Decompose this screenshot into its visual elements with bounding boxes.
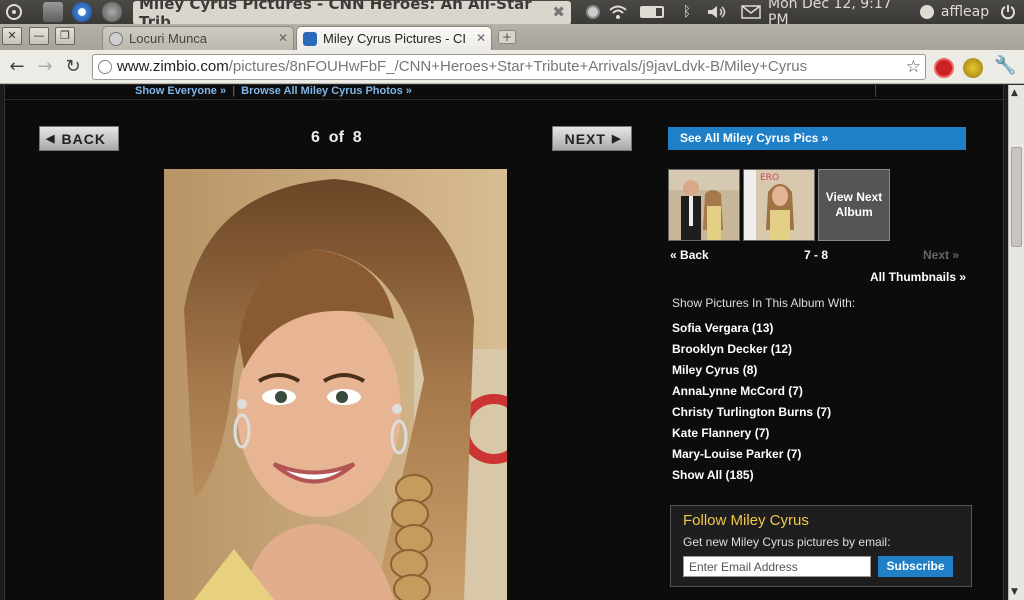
zimbio-favicon-icon — [303, 31, 317, 46]
adblock-extension-icon[interactable] — [934, 58, 954, 78]
left-triangle-icon: ◀ — [46, 133, 56, 145]
page-info-icon[interactable] — [98, 60, 112, 74]
subscribe-button[interactable]: Subscribe — [878, 556, 953, 577]
tab-strip: ✕ — ❐ Locuri Munca ✕ Miley Cyrus Picture… — [0, 24, 1024, 50]
email-input[interactable] — [683, 556, 871, 577]
person-link-sofia-vergara[interactable]: Sofia Vergara (13) — [672, 321, 831, 342]
sub-navigation: Show Everyone » | Browse All Miley Cyrus P… — [135, 85, 412, 97]
person-link-mary-louise-parker[interactable]: Mary-Louise Parker (7) — [672, 447, 831, 468]
clock[interactable]: Mon Dec 12, 9:17 PM — [768, 0, 912, 28]
bookmark-star-icon[interactable]: ☆ — [906, 55, 921, 79]
person-link-christy-turlington-burns[interactable]: Christy Turlington Burns (7) — [672, 405, 831, 426]
next-button-label: NEXT — [564, 130, 606, 147]
current-index: 6 — [311, 129, 320, 146]
scroll-down-icon[interactable]: ▼ — [1011, 587, 1018, 597]
url-host: www.zimbio.com — [117, 58, 229, 75]
divider — [875, 85, 876, 97]
reload-icon[interactable]: ↻ — [62, 56, 84, 78]
page-content: Show Everyone » | Browse All Miley Cyrus P… — [4, 85, 1005, 600]
extension-icon[interactable] — [963, 58, 983, 78]
divider: | — [232, 85, 236, 97]
power-icon[interactable] — [998, 0, 1018, 24]
minimize-icon[interactable]: — — [29, 27, 49, 45]
active-window-title: Miley Cyrus Pictures - CNN Heroes: An Al… — [133, 0, 571, 31]
thumbnail-7[interactable] — [668, 169, 740, 241]
divider — [5, 99, 1005, 100]
web-page: Show Everyone » | Browse All Miley Cyrus P… — [0, 85, 1008, 600]
of-label: of — [328, 129, 344, 146]
next-button[interactable]: NEXT ▶ — [552, 126, 632, 151]
tab-label: Miley Cyrus Pictures - CI — [323, 31, 467, 46]
system-panel: Miley Cyrus Pictures - CNN Heroes: An Al… — [0, 0, 1024, 31]
photo-counter: 6 of 8 — [311, 129, 362, 147]
tab-miley-cyrus-pictures[interactable]: Miley Cyrus Pictures - CI ✕ — [296, 26, 492, 50]
app-launcher-icon[interactable] — [100, 0, 124, 24]
mail-icon[interactable] — [740, 0, 762, 24]
scrollbar-thumb[interactable] — [1011, 147, 1022, 247]
show-everyone-link[interactable]: Show Everyone » — [135, 85, 226, 97]
person-link-kate-flannery[interactable]: Kate Flannery (7) — [672, 426, 831, 447]
thumbs-back-link[interactable]: « Back — [670, 248, 709, 262]
wrench-menu-icon[interactable]: 🔧 — [994, 55, 1016, 77]
person-link-brooklyn-decker[interactable]: Brooklyn Decker (12) — [672, 342, 831, 363]
thumbs-range: 7 - 8 — [804, 248, 829, 262]
chromium-launcher-icon[interactable] — [70, 0, 94, 24]
bluetooth-icon[interactable]: ᛒ — [678, 0, 696, 24]
svg-text:ERO: ERO — [760, 173, 779, 183]
text-editor-launcher-icon[interactable] — [42, 0, 64, 24]
see-all-pics-link[interactable]: See All Miley Cyrus Pics » — [668, 127, 966, 150]
volume-icon[interactable] — [706, 0, 728, 24]
follow-box: Follow Miley Cyrus Get new Miley Cyrus p… — [670, 505, 972, 587]
close-window-icon[interactable]: ✖ — [552, 3, 565, 21]
browse-all-photos-link[interactable]: Browse All Miley Cyrus Photos » — [241, 85, 412, 97]
show-all-link[interactable]: Show All (185) — [672, 468, 831, 489]
wifi-icon[interactable] — [608, 0, 628, 24]
forward-arrow-icon[interactable]: → — [34, 56, 56, 78]
right-triangle-icon: ▶ — [611, 133, 622, 145]
main-photo[interactable] — [164, 169, 507, 600]
back-button[interactable]: ◀ BACK — [39, 126, 119, 151]
user-status-icon[interactable] — [918, 0, 936, 24]
show-pictures-heading: Show Pictures In This Album With: — [672, 296, 856, 310]
follow-description: Get new Miley Cyrus pictures by email: — [683, 535, 891, 549]
person-link-miley-cyrus[interactable]: Miley Cyrus (8) — [672, 363, 831, 384]
thumbs-back-label: Back — [680, 248, 709, 262]
double-left-chevron-icon: « — [670, 248, 677, 262]
vertical-scrollbar[interactable]: ▲ ▼ — [1008, 85, 1024, 600]
tab-close-icon[interactable]: ✕ — [278, 31, 288, 45]
thumbs-next-link[interactable]: Next » — [923, 248, 959, 262]
url-path: /pictures/8nFOUHwFbF_/CNN+Heroes+Star+Tr… — [228, 58, 808, 75]
user-name[interactable]: affleap — [938, 0, 992, 24]
ubuntu-menu-icon[interactable] — [4, 0, 24, 24]
close-browser-icon[interactable]: ✕ — [2, 27, 22, 45]
new-tab-icon[interactable]: + — [498, 30, 516, 44]
back-arrow-icon[interactable]: ← — [6, 56, 28, 78]
people-filter-list: Sofia Vergara (13) Brooklyn Decker (12) … — [672, 321, 831, 489]
tab-close-icon[interactable]: ✕ — [476, 31, 486, 45]
total-count: 8 — [352, 129, 362, 146]
maximize-icon[interactable]: ❐ — [55, 27, 75, 45]
back-button-label: BACK — [61, 130, 106, 147]
all-thumbnails-link[interactable]: All Thumbnails » — [870, 270, 966, 284]
person-link-annalynne-mccord[interactable]: AnnaLynne McCord (7) — [672, 384, 831, 405]
tab-locuri-munca[interactable]: Locuri Munca ✕ — [102, 26, 294, 50]
scroll-up-icon[interactable]: ▲ — [1011, 88, 1018, 98]
follow-title: Follow Miley Cyrus — [683, 512, 809, 529]
thumbnail-8[interactable]: ERO — [743, 169, 815, 241]
tab-label: Locuri Munca — [129, 31, 208, 46]
address-bar[interactable]: www.zimbio.com/pictures/8nFOUHwFbF_/CNN+… — [92, 54, 926, 80]
stop-icon[interactable] — [584, 0, 602, 24]
globe-icon — [109, 31, 123, 46]
view-next-album-button[interactable]: View Next Album — [818, 169, 890, 241]
browser-toolbar: ← → ↻ www.zimbio.com/pictures/8nFOUHwFbF… — [0, 50, 1024, 84]
battery-icon[interactable] — [638, 0, 666, 24]
